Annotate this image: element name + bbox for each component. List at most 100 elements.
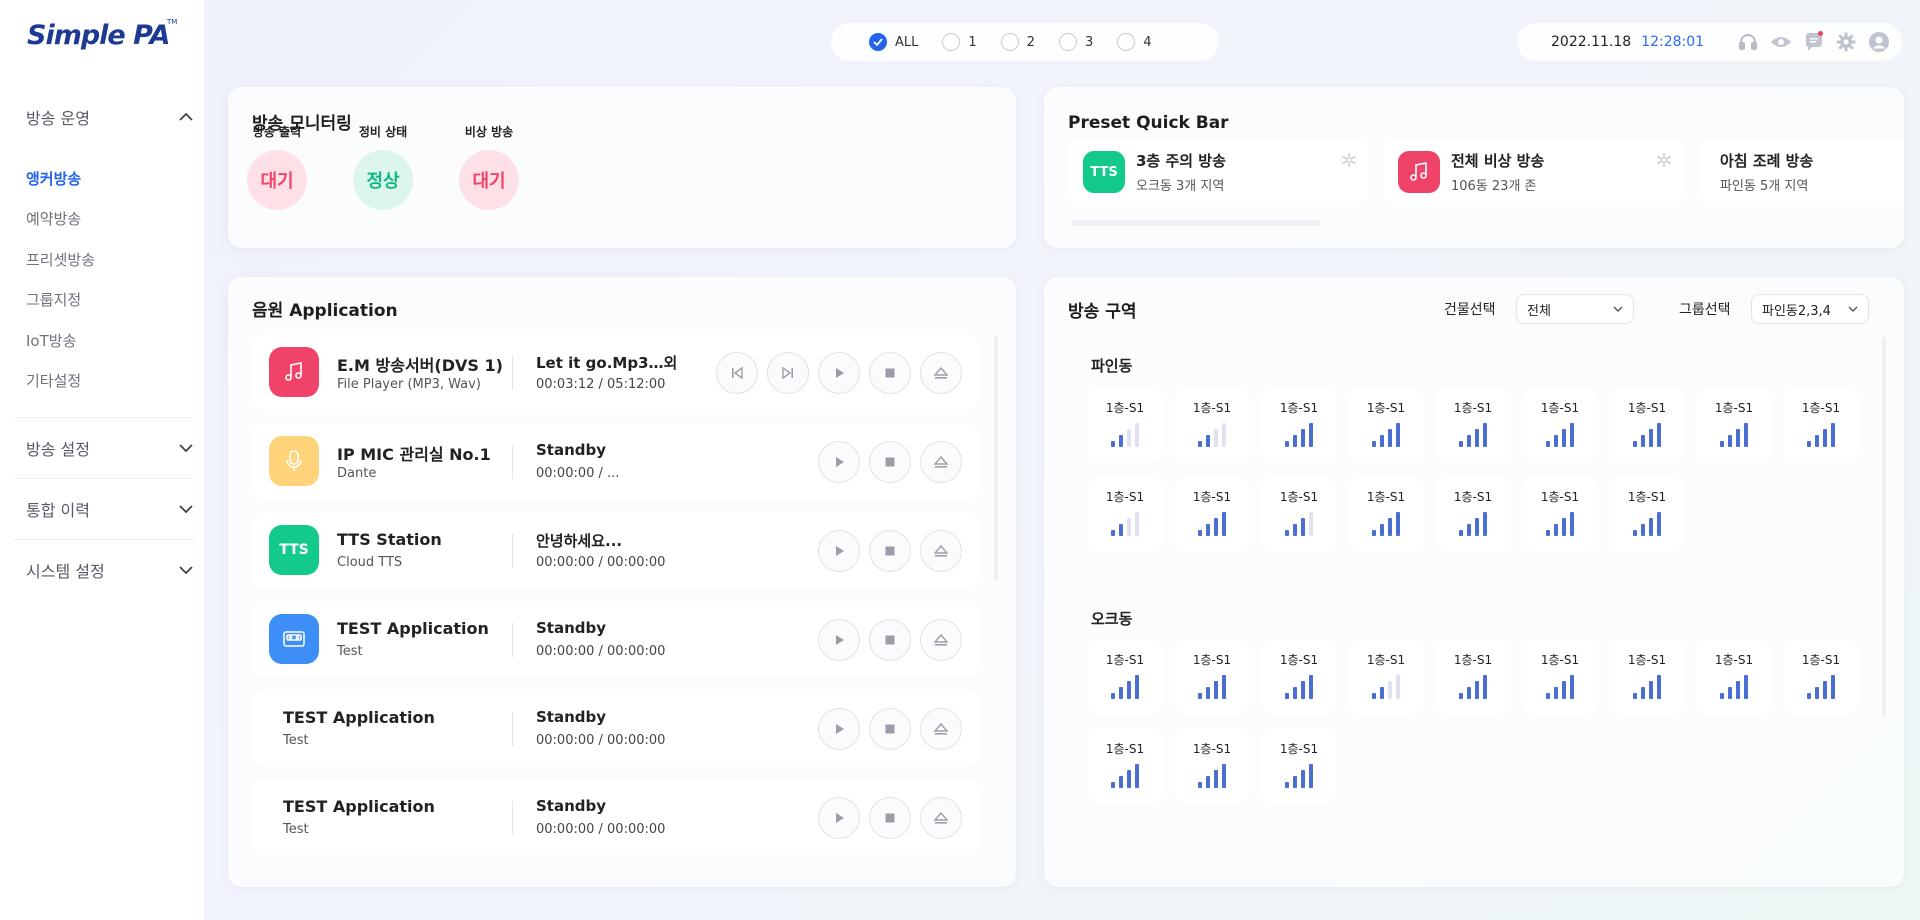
play-button[interactable] (818, 441, 860, 483)
stop-button[interactable] (869, 352, 911, 394)
audio-app-row[interactable]: E.M 방송서버(DVS 1) File Player (MP3, Wav) Let… (252, 334, 979, 410)
zone-scrollbar[interactable] (1882, 337, 1886, 717)
app-subtitle: Cloud TTS (337, 555, 403, 570)
signal-bar (1554, 524, 1558, 536)
filter-option[interactable]: 3 (1058, 33, 1093, 51)
play-button[interactable] (818, 530, 860, 572)
zone-tile[interactable]: 1층-S1 (1261, 476, 1337, 552)
stop-button[interactable] (869, 797, 911, 839)
zone-tile[interactable]: 1층-S1 (1696, 387, 1772, 463)
next-button[interactable] (767, 352, 809, 394)
zone-tile[interactable]: 1층-S1 (1087, 639, 1163, 715)
zone-tile[interactable]: 1층-S1 (1522, 387, 1598, 463)
eject-button[interactable] (920, 352, 962, 394)
tts-icon: TTS (269, 525, 319, 575)
eject-button[interactable] (920, 530, 962, 572)
stop-button[interactable] (869, 708, 911, 750)
signal-bar (1657, 423, 1661, 447)
zone-tile[interactable]: 1층-S1 (1261, 728, 1337, 804)
signal-bar (1127, 429, 1131, 447)
group-select[interactable]: 파인동2,3,4 (1751, 294, 1869, 324)
sidebar-item[interactable]: 기타설정 (26, 370, 81, 391)
zone-tile[interactable]: 1층-S1 (1435, 387, 1511, 463)
zone-tile[interactable]: 1층-S1 (1783, 387, 1859, 463)
zone-tile[interactable]: 1층-S1 (1522, 639, 1598, 715)
building-select[interactable]: 전체 (1516, 294, 1634, 324)
play-icon (836, 635, 844, 645)
zone-tile[interactable]: 1층-S1 (1261, 639, 1337, 715)
zone-tile[interactable]: 1층-S1 (1522, 476, 1598, 552)
favorite-icon[interactable] (1656, 152, 1672, 168)
zone-tile[interactable]: 1층-S1 (1174, 387, 1250, 463)
eject-button[interactable] (920, 797, 962, 839)
zone-tile[interactable]: 1층-S1 (1261, 387, 1337, 463)
nav-group-1[interactable]: 방송 설정 (26, 433, 194, 463)
audio-app-row[interactable]: TEST Application Test Standby 00:00:00 / 00… (252, 601, 979, 677)
sidebar-item[interactable]: 그룹지정 (26, 289, 81, 310)
signal-icon (1720, 421, 1750, 447)
sidebar-item[interactable]: 앵커방송 (26, 168, 81, 189)
settings-icon[interactable] (1836, 30, 1856, 54)
user-icon[interactable] (1868, 30, 1890, 54)
nav-group-0[interactable]: 방송 운영 (26, 102, 194, 132)
zone-tile[interactable]: 1층-S1 (1609, 639, 1685, 715)
zone-tile[interactable]: 1층-S1 (1609, 387, 1685, 463)
zone-tile[interactable]: 1층-S1 (1087, 476, 1163, 552)
play-button[interactable] (818, 619, 860, 661)
zone-tile[interactable]: 1층-S1 (1174, 476, 1250, 552)
filter-option[interactable]: 1 (942, 33, 977, 51)
eye-icon[interactable] (1770, 30, 1792, 54)
stop-button[interactable] (869, 441, 911, 483)
eject-button[interactable] (920, 708, 962, 750)
app-name: E.M 방송서버(DVS 1) (337, 356, 503, 375)
zone-tile[interactable]: 1층-S1 (1435, 476, 1511, 552)
signal-icon (1720, 673, 1750, 699)
play-button[interactable] (818, 708, 860, 750)
eject-button[interactable] (920, 441, 962, 483)
audio-app-row[interactable]: IP MIC 관리실 No.1 Dante Standby 00:00:00 / ..… (252, 423, 979, 499)
preset-card[interactable]: 아침 조례 방송 파인동 5개 지역 (1700, 140, 1904, 202)
audio-scrollbar[interactable] (994, 335, 998, 580)
next-icon (782, 366, 793, 380)
filter-option[interactable]: 4 (1117, 33, 1152, 51)
nav-group-3[interactable]: 시스템 설정 (26, 555, 194, 585)
track-time: 00:00:00 / 00:00:00 (536, 644, 666, 659)
zone-tile[interactable]: 1층-S1 (1783, 639, 1859, 715)
message-icon[interactable] (1804, 30, 1824, 54)
sidebar-item[interactable]: IoT방송 (26, 330, 76, 351)
signal-bar (1641, 435, 1645, 447)
previous-button[interactable] (716, 352, 758, 394)
zone-tile[interactable]: 1층-S1 (1348, 387, 1424, 463)
nav-group-2[interactable]: 통합 이력 (26, 494, 194, 524)
zone-tile[interactable]: 1층-S1 (1174, 728, 1250, 804)
zone-tile[interactable]: 1층-S1 (1348, 476, 1424, 552)
audio-app-row[interactable]: TEST Application Test Standby 00:00:00 / 00… (252, 690, 979, 766)
zone-tile[interactable]: 1층-S1 (1174, 639, 1250, 715)
sidebar-item[interactable]: 프리셋방송 (26, 249, 95, 270)
audio-app-row[interactable]: TEST Application Test Standby 00:00:00 / 00… (252, 779, 979, 855)
signal-bar (1483, 423, 1487, 447)
play-button[interactable] (818, 797, 860, 839)
eject-button[interactable] (920, 619, 962, 661)
zone-tile[interactable]: 1층-S1 (1435, 639, 1511, 715)
stop-button[interactable] (869, 619, 911, 661)
headset-icon[interactable] (1738, 30, 1758, 54)
favorite-icon[interactable] (1341, 152, 1357, 168)
zone-tile[interactable]: 1층-S1 (1609, 476, 1685, 552)
preset-card[interactable]: 전체 비상 방송 106동 23개 존 (1383, 140, 1684, 202)
audio-app-row[interactable]: TTS TTS Station Cloud TTS 안녕하세요... 00:00:00 … (252, 512, 979, 588)
sidebar-item[interactable]: 예약방송 (26, 208, 81, 229)
preset-card[interactable]: TTS 3층 주의 방송 오크동 3개 지역 (1068, 140, 1369, 202)
logo[interactable]: Simple PA TM (27, 14, 177, 54)
zone-tile[interactable]: 1층-S1 (1348, 639, 1424, 715)
zone-tile[interactable]: 1층-S1 (1087, 728, 1163, 804)
signal-bar (1372, 693, 1376, 699)
zone-tile[interactable]: 1층-S1 (1696, 639, 1772, 715)
filter-option[interactable]: ALL (869, 33, 918, 51)
filter-option[interactable]: 2 (1000, 33, 1035, 51)
zone-tile[interactable]: 1층-S1 (1087, 387, 1163, 463)
preset-scrollbar[interactable] (1072, 220, 1320, 226)
play-button[interactable] (818, 352, 860, 394)
logo-tm: TM (166, 18, 177, 26)
stop-button[interactable] (869, 530, 911, 572)
